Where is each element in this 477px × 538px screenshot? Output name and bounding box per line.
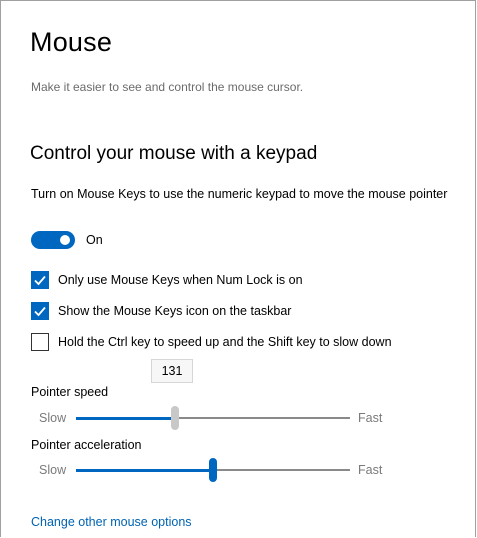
pointer-speed-max-label: Fast	[358, 411, 383, 425]
checkbox-num-lock[interactable]	[31, 271, 49, 289]
pointer-acceleration-title: Pointer acceleration	[31, 438, 142, 452]
checkbox-taskbar-icon[interactable]	[31, 302, 49, 320]
toggle-state-label: On	[86, 233, 103, 247]
toggle-knob	[60, 235, 70, 245]
page-title: Mouse	[30, 27, 113, 57]
checkbox-ctrl-shift-label: Hold the Ctrl key to speed up and the Sh…	[58, 335, 392, 349]
pointer-speed-slider[interactable]: Slow Fast	[31, 406, 391, 430]
section-title: Control your mouse with a keypad	[30, 143, 318, 164]
pointer-speed-title: Pointer speed	[31, 385, 109, 399]
pointer-speed-track[interactable]	[76, 406, 350, 430]
change-other-mouse-options-link[interactable]: Change other mouse options	[31, 515, 192, 529]
checkbox-taskbar-icon-label: Show the Mouse Keys icon on the taskbar	[58, 304, 292, 318]
checkbox-num-lock-row[interactable]: Only use Mouse Keys when Num Lock is on	[31, 269, 303, 291]
checkbox-ctrl-shift-row[interactable]: Hold the Ctrl key to speed up and the Sh…	[31, 331, 392, 353]
pointer-acceleration-slider[interactable]: Slow Fast	[31, 458, 391, 482]
checkmark-icon	[34, 306, 46, 317]
checkbox-num-lock-label: Only use Mouse Keys when Num Lock is on	[58, 273, 303, 287]
checkbox-ctrl-shift[interactable]	[31, 333, 49, 351]
pointer-speed-fill	[76, 416, 175, 420]
mouse-keys-description: Turn on Mouse Keys to use the numeric ke…	[31, 187, 448, 201]
checkbox-taskbar-icon-row[interactable]: Show the Mouse Keys icon on the taskbar	[31, 300, 291, 322]
pointer-acceleration-track[interactable]	[76, 458, 350, 482]
checkmark-icon	[34, 275, 46, 286]
pointer-speed-thumb[interactable]	[170, 406, 179, 430]
pointer-acceleration-thumb[interactable]	[209, 458, 217, 482]
pointer-acceleration-fill	[76, 468, 213, 472]
pointer-acceleration-min-label: Slow	[39, 463, 67, 477]
pointer-speed-min-label: Slow	[39, 411, 67, 425]
mouse-keys-toggle[interactable]	[31, 231, 75, 249]
page-subtitle: Make it easier to see and control the mo…	[31, 80, 304, 94]
pointer-speed-value-tooltip: 131	[151, 359, 193, 383]
pointer-acceleration-max-label: Fast	[358, 463, 383, 477]
